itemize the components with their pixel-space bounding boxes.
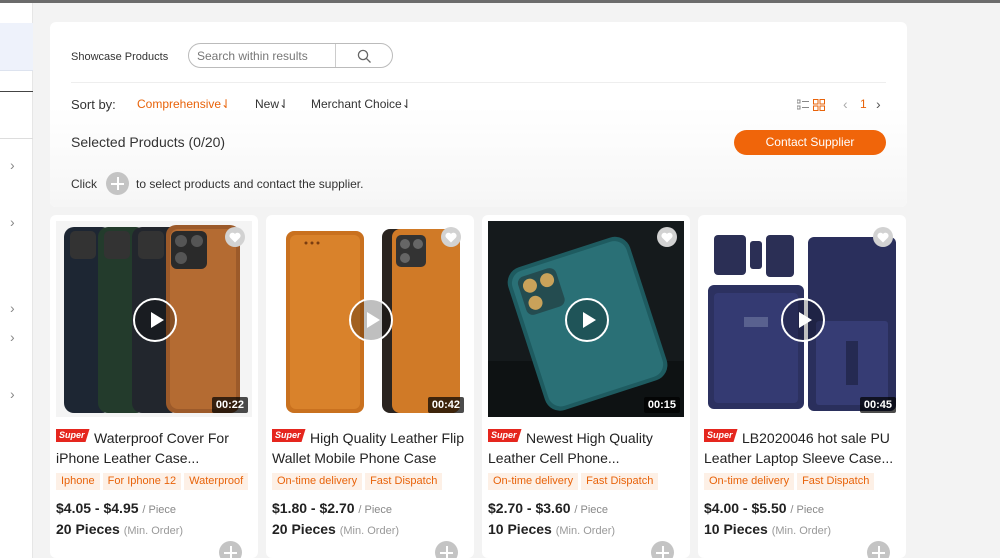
- heart-icon[interactable]: [225, 227, 245, 247]
- product-price: $4.05 - $4.95 / Piece: [56, 500, 176, 516]
- select-product-button[interactable]: [867, 541, 890, 558]
- product-tags: On-time delivery Fast Dispatch: [704, 471, 904, 490]
- search-button[interactable]: [336, 44, 392, 67]
- search-icon: [357, 49, 371, 63]
- hint-prefix: Click: [71, 177, 97, 191]
- heart-icon[interactable]: [657, 227, 677, 247]
- min-order-qty: 20 Pieces: [56, 521, 120, 537]
- product-tag: Fast Dispatch: [581, 473, 659, 490]
- chevron-right-icon[interactable]: ›: [10, 215, 20, 229]
- sidebar-active-item[interactable]: [0, 23, 33, 71]
- sidebar-divider: [0, 138, 33, 139]
- play-video-icon[interactable]: [133, 298, 177, 342]
- search-box: [188, 43, 393, 68]
- min-order-qty: 10 Pieces: [704, 521, 768, 537]
- sort-comprehensive[interactable]: Comprehensive⇃: [137, 97, 231, 111]
- price-unit: / Piece: [790, 504, 825, 516]
- product-tag: Fast Dispatch: [797, 473, 875, 490]
- product-tag: Fast Dispatch: [365, 473, 443, 490]
- super-badge: Super: [704, 429, 738, 442]
- product-image[interactable]: 00:15: [488, 221, 684, 417]
- price-range: $4.00 - $5.50: [704, 500, 787, 516]
- product-tag: Waterproof: [184, 473, 249, 490]
- sort-label: Sort by:: [71, 97, 116, 112]
- panel-background: [50, 107, 907, 207]
- price-range: $1.80 - $2.70: [272, 500, 355, 516]
- search-input[interactable]: [197, 48, 335, 64]
- top-bar: [0, 0, 1000, 3]
- product-image[interactable]: 00:42: [272, 221, 468, 417]
- chevron-right-icon[interactable]: ›: [10, 387, 20, 401]
- min-order: 20 Pieces (Min. Order): [272, 521, 399, 537]
- super-badge: Super: [488, 429, 522, 442]
- chevron-right-icon[interactable]: ›: [10, 330, 20, 344]
- contact-supplier-button[interactable]: Contact Supplier: [734, 130, 886, 155]
- chevron-right-icon[interactable]: ›: [10, 301, 20, 315]
- sidebar-divider: [0, 91, 33, 92]
- play-video-icon[interactable]: [349, 298, 393, 342]
- video-duration: 00:42: [427, 397, 464, 413]
- select-product-button[interactable]: [219, 541, 242, 558]
- grid-view-icon[interactable]: [813, 99, 825, 111]
- min-order-note: (Min. Order): [339, 525, 400, 537]
- product-card[interactable]: 00:45 LB2020046 hot sale PU Leather Lapt…: [698, 215, 906, 558]
- price-unit: / Piece: [358, 504, 393, 516]
- sort-merchant-choice[interactable]: Merchant Choice⇃: [311, 97, 412, 111]
- play-video-icon[interactable]: [781, 298, 825, 342]
- select-product-button[interactable]: [435, 541, 458, 558]
- price-unit: / Piece: [574, 504, 609, 516]
- product-price: $1.80 - $2.70 / Piece: [272, 500, 392, 516]
- selected-products-count: Selected Products (0/20): [71, 134, 226, 150]
- panel-divider: [71, 82, 886, 83]
- min-order-qty: 10 Pieces: [488, 521, 552, 537]
- product-tags: On-time delivery Fast Dispatch: [488, 471, 688, 490]
- product-image[interactable]: 00:22: [56, 221, 252, 417]
- product-image[interactable]: 00:45: [704, 221, 900, 417]
- plus-circle-icon: [106, 172, 129, 195]
- min-order-note: (Min. Order): [771, 525, 832, 537]
- play-video-icon[interactable]: [565, 298, 609, 342]
- product-tags: Iphone For Iphone 12 Waterproof: [56, 471, 256, 490]
- min-order-note: (Min. Order): [123, 525, 184, 537]
- sort-new[interactable]: New⇃: [255, 97, 289, 111]
- min-order: 20 Pieces (Min. Order): [56, 521, 183, 537]
- video-duration: 00:45: [859, 397, 896, 413]
- super-badge: Super: [56, 429, 90, 442]
- price-range: $4.05 - $4.95: [56, 500, 139, 516]
- showcase-label: Showcase Products: [71, 51, 169, 63]
- product-tag: On-time delivery: [704, 473, 795, 490]
- video-duration: 00:15: [643, 397, 680, 413]
- super-badge: Super: [272, 429, 306, 442]
- category-sidebar: › › › › ›: [0, 3, 33, 558]
- product-tag: Iphone: [56, 473, 100, 490]
- view-toggle: [797, 98, 825, 112]
- product-price: $2.70 - $3.60 / Piece: [488, 500, 608, 516]
- product-price: $4.00 - $5.50 / Piece: [704, 500, 824, 516]
- product-tag: On-time delivery: [272, 473, 363, 490]
- min-order: 10 Pieces (Min. Order): [488, 521, 615, 537]
- product-tags: On-time delivery Fast Dispatch: [272, 471, 472, 490]
- pager-next-button[interactable]: ›: [876, 96, 881, 112]
- hint-text: to select products and contact the suppl…: [136, 177, 364, 191]
- product-card[interactable]: 00:15 Newest High Quality Leather Cell P…: [482, 215, 690, 558]
- video-duration: 00:22: [211, 397, 248, 413]
- chevron-right-icon[interactable]: ›: [10, 158, 20, 172]
- select-product-button[interactable]: [651, 541, 674, 558]
- heart-icon[interactable]: [873, 227, 893, 247]
- heart-icon[interactable]: [441, 227, 461, 247]
- pager-current-page: 1: [860, 97, 867, 111]
- showcase-panel: Showcase Products Sort by: Comprehensive…: [50, 22, 907, 207]
- product-tag: For Iphone 12: [102, 473, 182, 490]
- price-range: $2.70 - $3.60: [488, 500, 571, 516]
- product-tag: On-time delivery: [488, 473, 579, 490]
- min-order-note: (Min. Order): [555, 525, 616, 537]
- product-card[interactable]: 00:42 High Quality Leather Flip Wallet M…: [266, 215, 474, 558]
- min-order: 10 Pieces (Min. Order): [704, 521, 831, 537]
- price-unit: / Piece: [142, 504, 177, 516]
- pager-prev-button[interactable]: ‹: [843, 96, 848, 112]
- list-view-icon[interactable]: [797, 99, 809, 111]
- product-card[interactable]: 00:22 Waterproof Cover For iPhone Leathe…: [50, 215, 258, 558]
- min-order-qty: 20 Pieces: [272, 521, 336, 537]
